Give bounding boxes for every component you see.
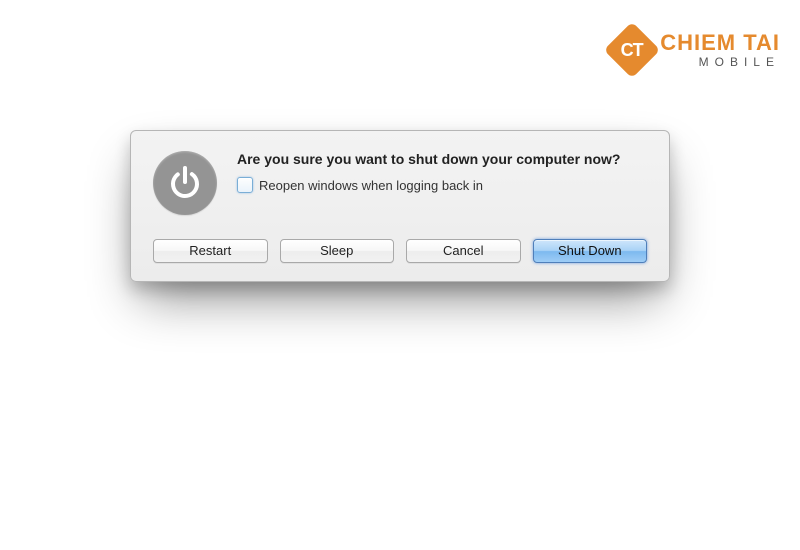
shutdown-dialog: Are you sure you want to shut down your … bbox=[130, 130, 670, 282]
shutdown-dialog-wrap: Are you sure you want to shut down your … bbox=[130, 130, 670, 282]
checkbox-icon bbox=[237, 177, 253, 193]
watermark-brand: CHIEM TAI bbox=[660, 32, 780, 54]
watermark-subbrand: MOBILE bbox=[660, 56, 780, 68]
dialog-top: Are you sure you want to shut down your … bbox=[153, 151, 647, 215]
watermark: CT CHIEM TAI MOBILE bbox=[612, 30, 780, 70]
reopen-windows-checkbox[interactable]: Reopen windows when logging back in bbox=[237, 177, 647, 193]
dialog-title: Are you sure you want to shut down your … bbox=[237, 151, 647, 167]
cancel-button[interactable]: Cancel bbox=[406, 239, 521, 263]
checkbox-label: Reopen windows when logging back in bbox=[259, 178, 483, 193]
sleep-button[interactable]: Sleep bbox=[280, 239, 395, 263]
watermark-logo-text: CT bbox=[621, 40, 643, 61]
watermark-text: CHIEM TAI MOBILE bbox=[660, 32, 780, 68]
power-icon-svg bbox=[166, 164, 204, 202]
power-icon bbox=[153, 151, 217, 215]
restart-button[interactable]: Restart bbox=[153, 239, 268, 263]
dialog-button-row: Restart Sleep Cancel Shut Down bbox=[153, 239, 647, 263]
shutdown-button[interactable]: Shut Down bbox=[533, 239, 648, 263]
dialog-body: Are you sure you want to shut down your … bbox=[237, 151, 647, 193]
watermark-logo-icon: CT bbox=[604, 22, 661, 79]
